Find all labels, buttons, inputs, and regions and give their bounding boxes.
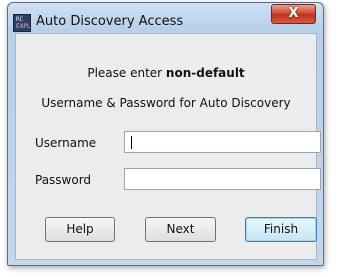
next-button[interactable]: Next [145,217,216,242]
help-button[interactable]: Help [45,217,115,242]
dialog-content: Please enter non-default Username & Pass… [15,33,321,260]
text-caret [131,136,132,149]
password-input[interactable] [125,169,320,189]
prompt-prefix: Please enter [87,66,163,80]
password-label: Password [35,173,92,187]
username-input[interactable] [125,132,320,152]
prompt-emphasis: non-default [165,66,245,80]
title-bar[interactable]: RC EXPL Auto Discovery Access X [8,3,323,33]
close-button[interactable]: X [271,4,316,24]
prompt-line-2: Username & Password for Auto Discovery [41,96,291,110]
username-label: Username [35,136,97,150]
password-field[interactable] [124,168,321,190]
window-title: Auto Discovery Access [36,14,184,29]
username-field[interactable] [124,131,321,153]
dialog-window: RC EXPL Auto Discovery Access X Please e… [7,2,324,266]
app-icon: RC EXPL [13,14,31,32]
prompt-line-1: Please enter non-default [16,66,316,80]
finish-button[interactable]: Finish [245,217,317,242]
app-icon-text-bottom: EXPL [16,23,31,30]
close-icon: X [288,6,299,21]
